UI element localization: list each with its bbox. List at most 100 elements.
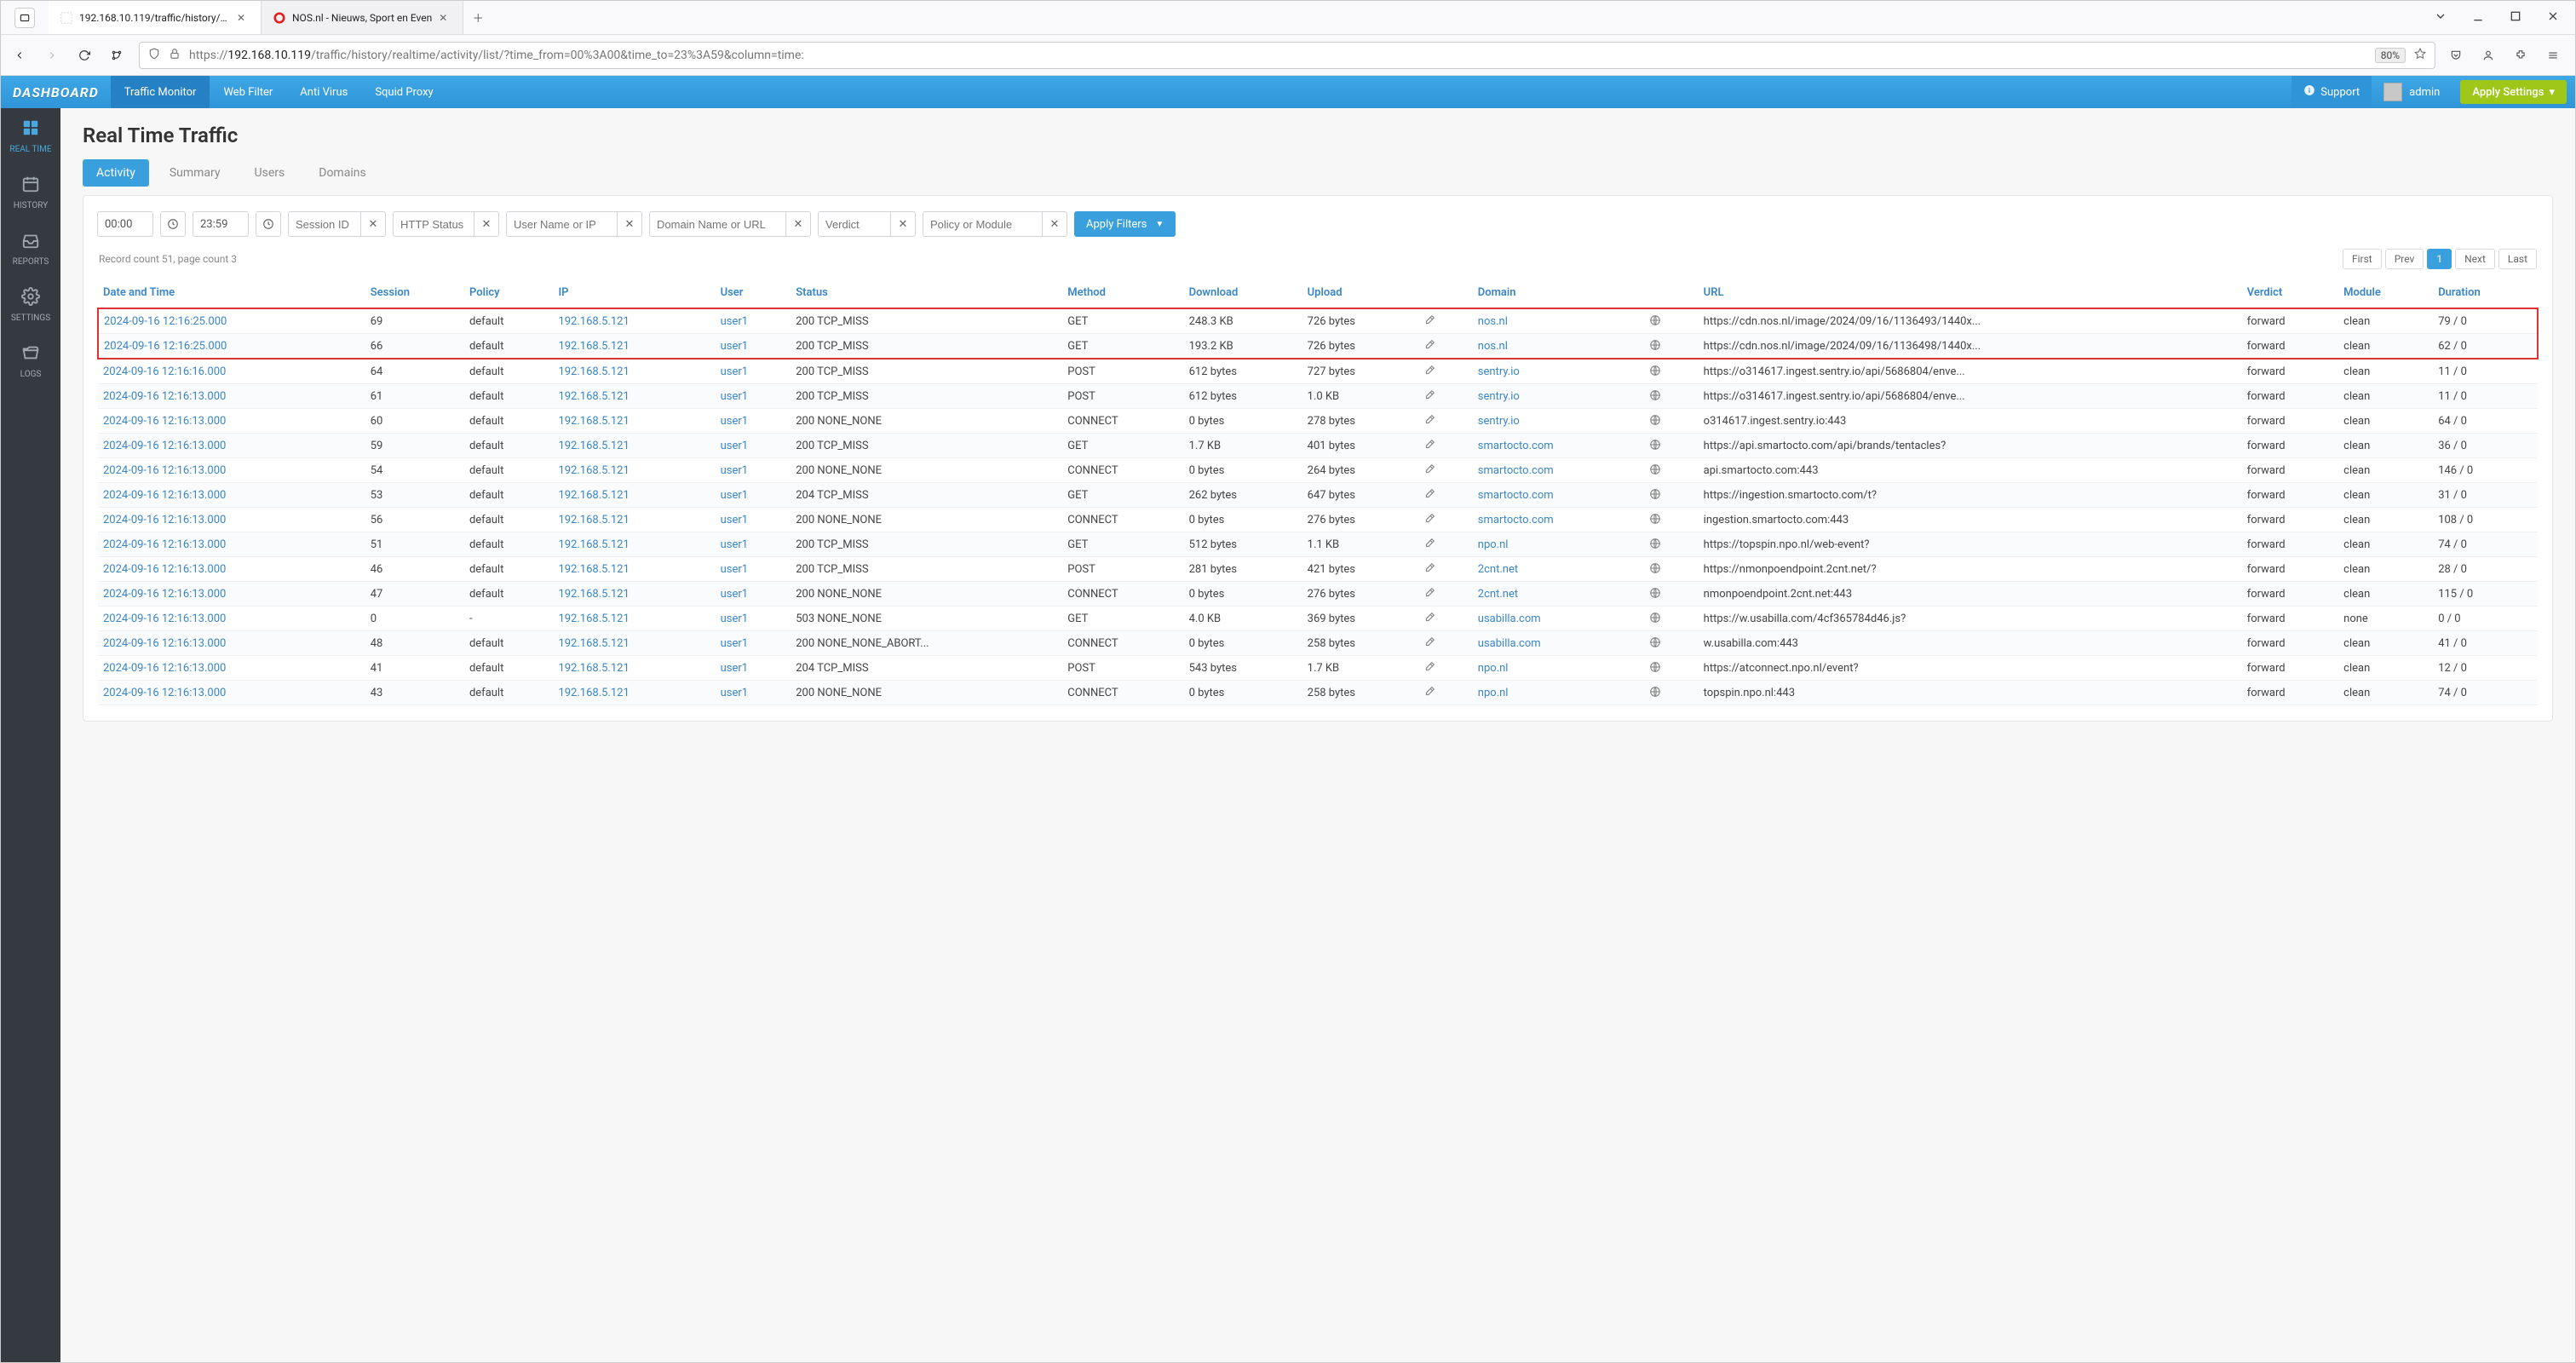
bookmark-star-icon[interactable] [2414,48,2426,63]
cell-ip[interactable]: 192.168.5.121 [553,409,715,434]
filter-time-to[interactable]: 23:59 [193,211,249,237]
cell-ip[interactable]: 192.168.5.121 [553,607,715,631]
cell-datetime[interactable]: 2024-09-16 12:16:25.000 [98,334,365,359]
globe-icon[interactable] [1649,636,1661,648]
cell-user[interactable]: user1 [716,334,791,359]
filter-policy-input[interactable] [923,211,1042,237]
cell-datetime[interactable]: 2024-09-16 12:16:13.000 [98,483,365,508]
cell-edit-domain[interactable] [1418,631,1473,656]
edit-icon[interactable] [1423,661,1435,673]
cell-edit-domain[interactable] [1418,334,1473,359]
table-row[interactable]: 2024-09-16 12:16:13.0000-192.168.5.121us… [98,607,2538,631]
globe-icon[interactable] [1649,414,1661,426]
edit-icon[interactable] [1423,463,1435,475]
cell-domain[interactable]: usabilla.com [1473,607,1644,631]
globe-icon[interactable] [1649,538,1661,549]
minimize-icon[interactable] [2471,9,2485,26]
tab-summary[interactable]: Summary [156,159,234,187]
cell-edit-domain[interactable] [1418,508,1473,532]
column-header[interactable]: Session [365,278,464,308]
close-icon[interactable]: ✕ [439,12,451,24]
cell-domain[interactable]: npo.nl [1473,681,1644,705]
url-input[interactable]: https://192.168.10.119/traffic/history/r… [139,42,2435,69]
column-header[interactable]: Status [791,278,1062,308]
column-header[interactable]: URL [1699,278,2242,308]
filter-user-input[interactable] [506,211,617,237]
zoom-level[interactable]: 80% [2375,48,2406,63]
cell-ip[interactable]: 192.168.5.121 [553,359,715,384]
apply-filters-button[interactable]: Apply Filters ▼ [1074,211,1176,237]
filter-domain-input[interactable] [649,211,785,237]
cell-edit-domain[interactable] [1418,557,1473,582]
cell-user[interactable]: user1 [716,508,791,532]
cell-globe[interactable] [1644,458,1699,483]
cell-domain[interactable]: smartocto.com [1473,458,1644,483]
globe-icon[interactable] [1649,661,1661,673]
clock-to-icon[interactable] [256,211,281,237]
cell-globe[interactable] [1644,607,1699,631]
close-window-icon[interactable] [2546,9,2560,26]
cell-user[interactable]: user1 [716,434,791,458]
cell-domain[interactable]: sentry.io [1473,384,1644,409]
cell-globe[interactable] [1644,409,1699,434]
cell-datetime[interactable]: 2024-09-16 12:16:13.000 [98,409,365,434]
cell-domain[interactable]: 2cnt.net [1473,557,1644,582]
cell-ip[interactable]: 192.168.5.121 [553,384,715,409]
edit-icon[interactable] [1423,612,1435,624]
reload-button[interactable] [74,45,95,66]
browser-tab-1[interactable]: NOS.nl - Nieuws, Sport en Even ✕ [262,1,463,34]
user-menu[interactable]: admin [2372,76,2452,108]
cell-domain[interactable]: smartocto.com [1473,508,1644,532]
globe-icon[interactable] [1649,587,1661,599]
cell-datetime[interactable]: 2024-09-16 12:16:13.000 [98,532,365,557]
cell-user[interactable]: user1 [716,681,791,705]
table-row[interactable]: 2024-09-16 12:16:13.00053default192.168.… [98,483,2538,508]
forward-button[interactable] [42,45,62,66]
cell-user[interactable]: user1 [716,656,791,681]
globe-icon[interactable] [1649,513,1661,525]
tab-domains[interactable]: Domains [305,159,379,187]
edit-icon[interactable] [1423,389,1435,401]
cell-ip[interactable]: 192.168.5.121 [553,434,715,458]
cell-datetime[interactable]: 2024-09-16 12:16:13.000 [98,681,365,705]
cell-ip[interactable]: 192.168.5.121 [553,532,715,557]
cell-edit-domain[interactable] [1418,458,1473,483]
filter-session-input[interactable] [288,211,360,237]
cell-edit-domain[interactable] [1418,607,1473,631]
cell-ip[interactable]: 192.168.5.121 [553,631,715,656]
cell-datetime[interactable]: 2024-09-16 12:16:13.000 [98,656,365,681]
column-header[interactable]: Method [1062,278,1183,308]
column-header[interactable]: Duration [2433,278,2538,308]
cell-domain[interactable]: npo.nl [1473,656,1644,681]
cell-datetime[interactable]: 2024-09-16 12:16:13.000 [98,434,365,458]
edit-icon[interactable] [1423,314,1435,326]
table-row[interactable]: 2024-09-16 12:16:25.00066default192.168.… [98,334,2538,359]
cell-user[interactable]: user1 [716,409,791,434]
table-row[interactable]: 2024-09-16 12:16:13.00047default192.168.… [98,582,2538,607]
cell-edit-domain[interactable] [1418,434,1473,458]
cell-user[interactable]: user1 [716,582,791,607]
cell-user[interactable]: user1 [716,458,791,483]
clear-icon[interactable]: ✕ [360,211,386,237]
cell-edit-domain[interactable] [1418,532,1473,557]
header-nav-anti-virus[interactable]: Anti Virus [286,76,361,108]
pager-prev[interactable]: Prev [2385,249,2424,269]
table-row[interactable]: 2024-09-16 12:16:13.00056default192.168.… [98,508,2538,532]
column-header[interactable] [1644,278,1699,308]
edit-icon[interactable] [1423,439,1435,451]
filter-verdict-input[interactable] [818,211,890,237]
leftnav-settings[interactable]: SETTINGS [1,277,60,333]
header-nav-traffic-monitor[interactable]: Traffic Monitor [111,76,210,108]
table-row[interactable]: 2024-09-16 12:16:13.00043default192.168.… [98,681,2538,705]
cell-globe[interactable] [1644,631,1699,656]
cell-ip[interactable]: 192.168.5.121 [553,334,715,359]
cell-globe[interactable] [1644,334,1699,359]
cell-globe[interactable] [1644,557,1699,582]
maximize-icon[interactable] [2509,9,2522,26]
cell-globe[interactable] [1644,308,1699,334]
cell-edit-domain[interactable] [1418,681,1473,705]
table-row[interactable]: 2024-09-16 12:16:13.00061default192.168.… [98,384,2538,409]
globe-icon[interactable] [1649,314,1661,326]
column-header[interactable]: Download [1184,278,1302,308]
cell-ip[interactable]: 192.168.5.121 [553,582,715,607]
